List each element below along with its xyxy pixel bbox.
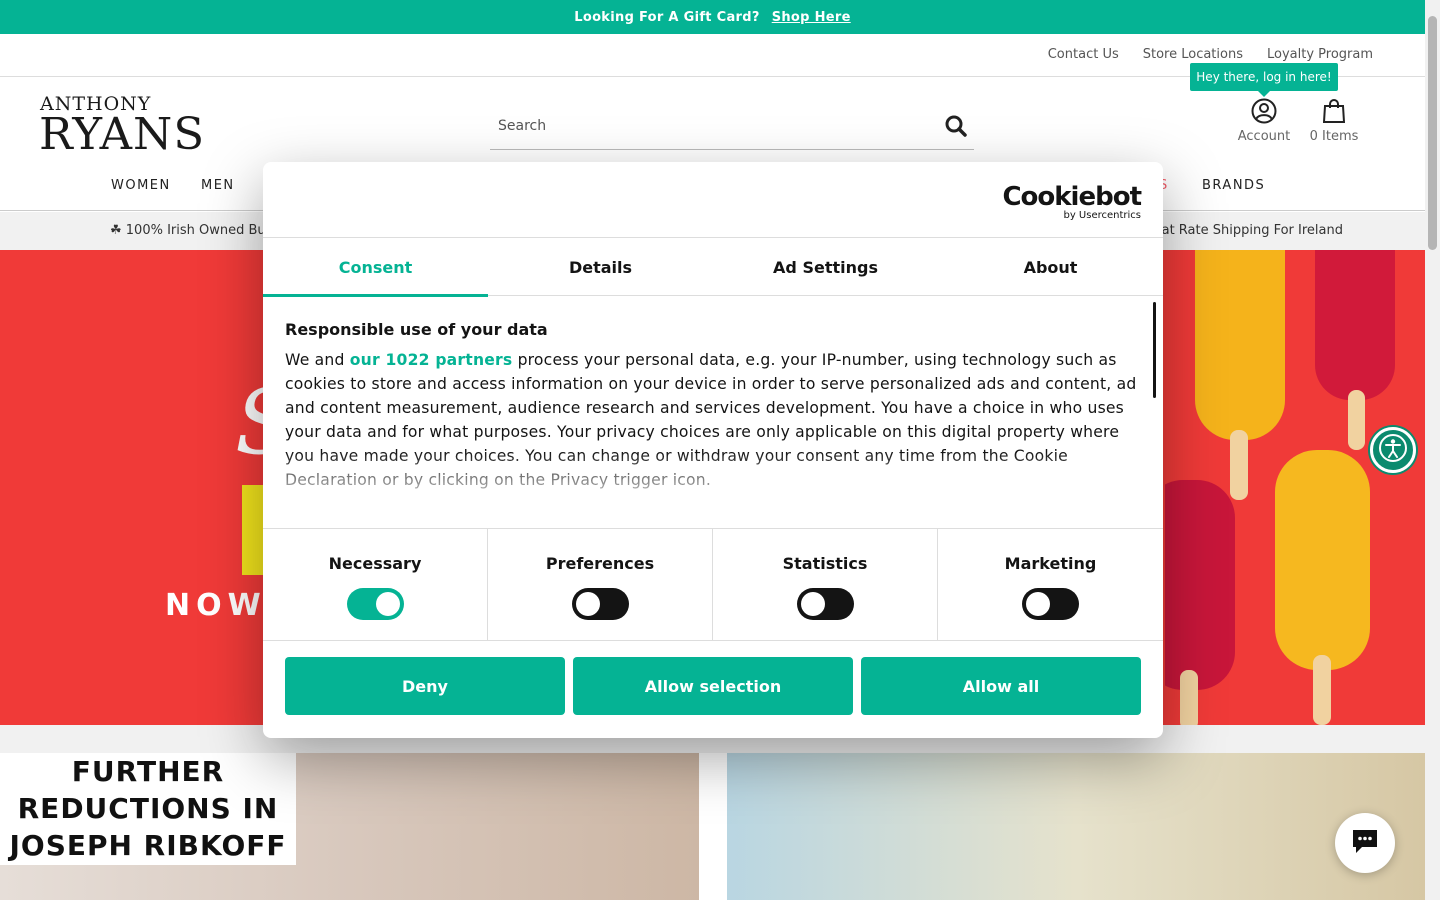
scrollbar-thumb[interactable] (1428, 16, 1437, 250)
tab-about[interactable]: About (938, 238, 1163, 296)
loyalty-program-link[interactable]: Loyalty Program (1267, 47, 1373, 62)
preferences-toggle[interactable] (571, 588, 629, 620)
consent-heading: Responsible use of your data (285, 320, 548, 339)
partners-link[interactable]: our 1022 partners (350, 351, 513, 369)
search-bar (490, 103, 974, 150)
search-icon[interactable] (938, 108, 974, 144)
promo-line: JOSEPH RIBKOFF (9, 829, 287, 862)
promo-line: FURTHER (71, 755, 225, 788)
toggle-label: Statistics (782, 554, 868, 573)
cart-label: 0 Items (1309, 129, 1359, 144)
consent-toggles: Necessary Preferences Statistics Marketi… (263, 528, 1163, 641)
user-icon (1232, 98, 1296, 124)
nav-item-women[interactable]: WOMEN (111, 178, 171, 193)
announcement-text: Looking For A Gift Card? (574, 9, 760, 25)
consent-scrollbar[interactable] (1153, 302, 1157, 526)
site-logo[interactable]: ANTHONY RYANS (39, 95, 215, 157)
cookiebot-logo: Cookiebot by Usercentrics (1002, 182, 1142, 221)
logo-bottom-text: RYANS (39, 109, 206, 160)
hero-now-text: NOW (165, 588, 267, 623)
cookiebot-name: Cookiebot (1002, 182, 1142, 212)
cookie-consent-dialog: Cookiebot by Usercentrics Consent Detail… (263, 162, 1163, 738)
toggle-knob (1026, 592, 1050, 616)
store-locations-link[interactable]: Store Locations (1143, 47, 1243, 62)
shopping-bag-icon (1305, 98, 1363, 124)
usp-shipping: at Rate Shipping For Ireland (1161, 223, 1343, 238)
contact-us-link[interactable]: Contact Us (1048, 47, 1119, 62)
account-label: Account (1237, 129, 1291, 144)
tab-details[interactable]: Details (488, 238, 713, 296)
nav-item-brands[interactable]: BRANDS (1202, 178, 1265, 193)
toggle-knob (575, 592, 600, 616)
toggle-label: Preferences (545, 554, 655, 573)
cookiebot-sub: by Usercentrics (1063, 210, 1141, 221)
toggle-group-necessary: Necessary (263, 529, 488, 641)
consent-scrollbar-thumb[interactable] (1153, 302, 1156, 398)
text-fade (263, 452, 1153, 502)
toggle-group-marketing: Marketing (938, 529, 1163, 641)
dialog-header: Cookiebot by Usercentrics (263, 162, 1163, 238)
toggle-group-statistics: Statistics (713, 529, 938, 641)
necessary-toggle[interactable] (346, 588, 404, 620)
promo-card-back-to-school[interactable] (727, 753, 1425, 900)
promo-card-joseph-ribkoff[interactable]: FURTHER REDUCTIONS IN JOSEPH RIBKOFF (0, 753, 699, 900)
allow-all-button[interactable]: Allow all (861, 657, 1141, 715)
toggle-label: Necessary (328, 554, 422, 573)
allow-selection-button[interactable]: Allow selection (573, 657, 853, 715)
consent-text-start: We and (285, 351, 350, 369)
usp-irish-owned: ☘ 100% Irish Owned Bu (110, 223, 266, 238)
account-button[interactable]: Account (1232, 98, 1296, 144)
ice-lolly-image (1165, 250, 1395, 725)
page-scrollbar[interactable] (1425, 0, 1440, 900)
statistics-toggle[interactable] (796, 588, 854, 620)
cart-button[interactable]: 0 Items (1305, 98, 1363, 144)
promo-label: FURTHER REDUCTIONS IN JOSEPH RIBKOFF (0, 753, 296, 865)
marketing-toggle[interactable] (1022, 588, 1079, 620)
consent-tabs: Consent Details Ad Settings About (263, 238, 1163, 297)
accessibility-icon (1378, 433, 1408, 467)
toggle-knob (800, 592, 825, 616)
toggle-group-preferences: Preferences (488, 529, 713, 641)
chat-button[interactable] (1335, 813, 1395, 873)
tab-consent[interactable]: Consent (263, 238, 488, 297)
shop-here-link[interactable]: Shop Here (772, 10, 851, 25)
tab-ad-settings[interactable]: Ad Settings (713, 238, 938, 296)
accessibility-button[interactable] (1370, 427, 1416, 473)
announcement-bar: Looking For A Gift Card? Shop Here (0, 0, 1425, 34)
consent-buttons: Deny Allow selection Allow all (285, 657, 1141, 715)
promo-line: REDUCTIONS IN (17, 792, 279, 825)
nav-item-men[interactable]: MEN (201, 178, 235, 193)
chat-bubble-icon (1350, 827, 1380, 859)
toggle-knob (375, 592, 400, 616)
login-tooltip: Hey there, log in here! (1190, 63, 1338, 97)
toggle-label: Marketing (1004, 554, 1097, 573)
search-input[interactable] (490, 106, 938, 146)
deny-button[interactable]: Deny (285, 657, 565, 715)
